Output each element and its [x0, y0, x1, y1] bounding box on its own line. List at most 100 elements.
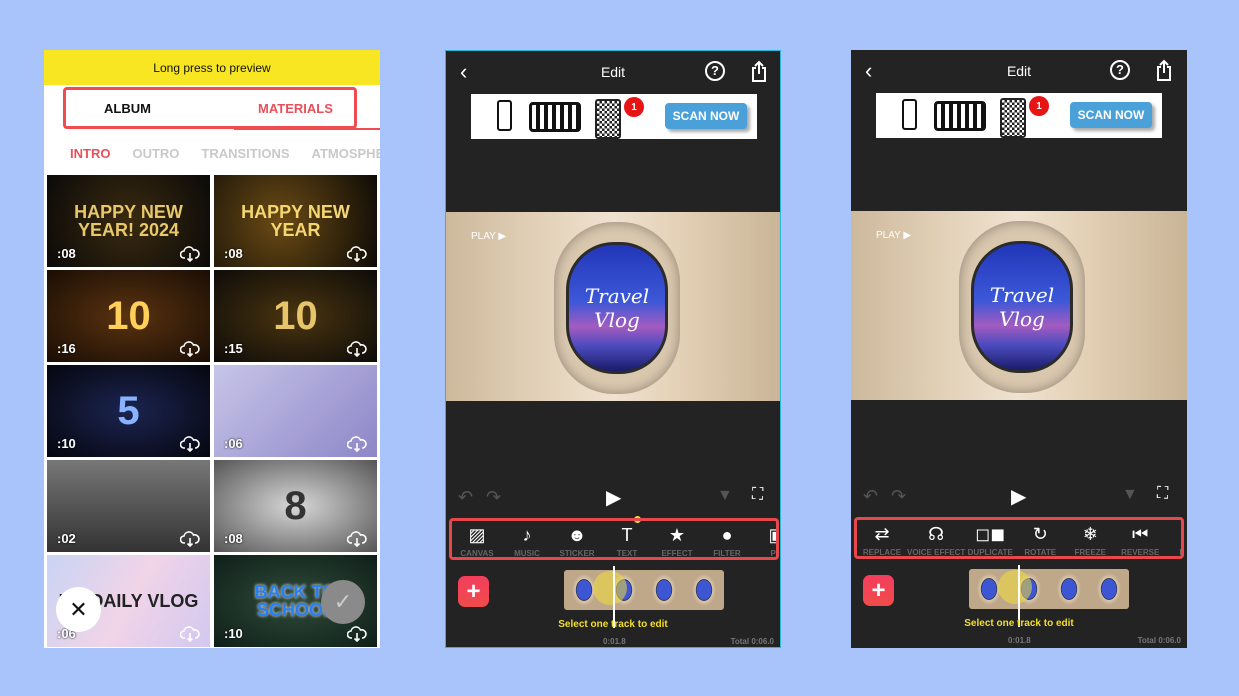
timeline-track[interactable] — [969, 569, 1129, 609]
scan-now-button[interactable]: SCAN NOW — [665, 103, 747, 129]
cloud-download-icon[interactable] — [347, 626, 367, 642]
tool-button[interactable]: ❄ FREEZE — [1065, 520, 1115, 556]
thumbnail-title: 5 — [117, 389, 140, 433]
airplane-window: Travel Vlog — [554, 222, 680, 394]
qr-phone-icon — [595, 99, 621, 139]
tool-button[interactable]: ⇄ REPLACE — [857, 520, 907, 556]
cloud-download-icon[interactable] — [347, 531, 367, 547]
add-media-button[interactable]: + — [863, 575, 894, 606]
thumbnail-title: HAPPY NEW YEAR! 2024 — [74, 202, 183, 240]
duration-label: :08 — [224, 246, 243, 261]
material-thumbnail[interactable]: 10 :16 — [47, 270, 210, 362]
material-thumbnail[interactable]: 10 :15 — [214, 270, 377, 362]
cloud-download-icon[interactable] — [180, 246, 200, 262]
tool-icon: ▨ — [468, 525, 486, 545]
keyframe-icon[interactable]: ▼ — [1122, 486, 1138, 504]
category-intro[interactable]: INTRO — [70, 146, 110, 161]
video-preview[interactable]: PLAY ▶ Travel Vlog — [851, 211, 1187, 400]
video-title-text: Travel Vlog — [584, 284, 650, 332]
tool-button[interactable]: ● FILTER — [702, 521, 752, 557]
tool-button[interactable]: ▼ EASE — [1165, 520, 1181, 556]
help-icon[interactable]: ? — [705, 61, 725, 81]
tool-button[interactable]: T TEXT — [602, 521, 652, 557]
keyframe-icon[interactable]: ▼ — [717, 487, 733, 505]
category-transitions[interactable]: TRANSITIONS — [201, 146, 289, 161]
category-atmosphere[interactable]: ATMOSPHERE — [312, 146, 380, 161]
duration-label: :15 — [224, 341, 243, 356]
toolbar: ▨ CANVAS ♪ MUSIC ☻ STICKER T TEXT ★ EFFECT ● FILTER… — [449, 518, 779, 560]
ad-banner[interactable]: 1 SCAN NOW — [471, 94, 757, 139]
tool-label: EASE — [1179, 548, 1181, 556]
cloud-download-icon[interactable] — [347, 436, 367, 452]
header: ‹ Edit ? — [446, 51, 780, 95]
tab-album[interactable]: ALBUM — [104, 101, 151, 116]
material-thumbnail[interactable]: :02 — [47, 460, 210, 552]
touch-indicator — [593, 571, 627, 605]
tab-materials[interactable]: MATERIALS — [258, 101, 333, 116]
redo-icon[interactable]: ↷ — [891, 486, 906, 507]
cloud-download-icon[interactable] — [180, 626, 200, 642]
banner-text: Long press to preview — [153, 60, 271, 75]
duration-label: :08 — [57, 246, 76, 261]
cloud-download-icon[interactable] — [347, 341, 367, 357]
category-outro[interactable]: OUTRO — [132, 146, 179, 161]
cloud-download-icon[interactable] — [180, 531, 200, 547]
ad-banner[interactable]: 1 SCAN NOW — [876, 93, 1162, 138]
tool-button[interactable]: ▣ PIP — [752, 521, 779, 558]
tool-button[interactable]: ★ EFFECT — [652, 521, 702, 557]
phone-icon — [497, 100, 512, 131]
touch-indicator — [998, 570, 1032, 604]
tool-button[interactable]: ⏮ REVERSE — [1115, 520, 1165, 556]
fullscreen-icon[interactable]: ⛶ — [1157, 485, 1168, 503]
editor-screen-main-tools: ‹ Edit ? 1 SCAN NOW PLAY ▶ Travel Vlog ↶… — [445, 50, 781, 648]
close-button[interactable]: ✕ — [56, 587, 101, 632]
play-label[interactable]: PLAY ▶ — [471, 231, 506, 242]
tool-button[interactable]: ▨ CANVAS — [452, 521, 502, 557]
confirm-button[interactable]: ✓ — [321, 580, 365, 624]
tool-button[interactable]: ☊ VOICE EFFECT — [907, 520, 965, 556]
fullscreen-icon[interactable]: ⛶ — [752, 486, 763, 504]
share-icon[interactable] — [1156, 59, 1172, 81]
cloud-download-icon[interactable] — [180, 436, 200, 452]
tool-icon: ☊ — [928, 524, 945, 544]
cloud-download-icon[interactable] — [180, 341, 200, 357]
timeline-track[interactable] — [564, 570, 724, 610]
scan-now-button[interactable]: SCAN NOW — [1070, 102, 1152, 128]
material-thumbnail[interactable]: 8 :08 — [214, 460, 377, 552]
add-media-button[interactable]: + — [458, 576, 489, 607]
play-icon[interactable]: ▶ — [606, 485, 621, 510]
material-thumbnail[interactable]: HAPPY NEW YEAR :08 — [214, 175, 377, 267]
tool-label: REVERSE — [1121, 548, 1160, 557]
tool-label: CANVAS — [460, 549, 494, 558]
tool-label: STICKER — [559, 549, 595, 558]
undo-icon[interactable]: ↶ — [458, 487, 473, 508]
header: ‹ Edit ? — [851, 50, 1187, 94]
page-title: Edit — [600, 64, 626, 80]
undo-icon[interactable]: ↶ — [863, 486, 878, 507]
video-preview[interactable]: PLAY ▶ Travel Vlog — [446, 212, 780, 401]
tool-label: TEXT — [616, 549, 638, 558]
current-time: 0:01.8 — [1008, 636, 1031, 645]
help-icon[interactable]: ? — [1110, 60, 1130, 80]
play-icon[interactable]: ▶ — [1011, 484, 1026, 509]
tool-button[interactable]: ♪ MUSIC — [502, 521, 552, 557]
duration-label: :02 — [57, 531, 76, 546]
tool-icon: ◻◼ — [975, 524, 1006, 544]
thumbnail-title: 10 — [273, 294, 318, 338]
redo-icon[interactable]: ↷ — [486, 487, 501, 508]
cloud-download-icon[interactable] — [347, 246, 367, 262]
play-label[interactable]: PLAY ▶ — [876, 230, 911, 241]
tab-bar: ALBUM MATERIALS — [44, 85, 380, 130]
total-time: Total 0:06.0 — [730, 637, 774, 646]
tool-label: PIP — [770, 549, 779, 558]
material-thumbnail[interactable]: HAPPY NEW YEAR! 2024 :08 — [47, 175, 210, 267]
tool-button[interactable]: ◻◼ DUPLICATE — [965, 520, 1015, 556]
share-icon[interactable] — [751, 60, 767, 82]
material-thumbnail[interactable]: 5 :10 — [47, 365, 210, 457]
tool-button[interactable]: ☻ STICKER — [552, 521, 602, 557]
thumbnail-title: 10 — [106, 294, 151, 338]
barcode-icon — [934, 101, 986, 131]
toolbar: ⇄ REPLACE ☊ VOICE EFFECT ◻◼ DUPLICATE ↻ ROTATE ❄… — [854, 517, 1184, 559]
tool-button[interactable]: ↻ ROTATE — [1015, 520, 1065, 556]
material-thumbnail[interactable]: :06 — [214, 365, 377, 457]
